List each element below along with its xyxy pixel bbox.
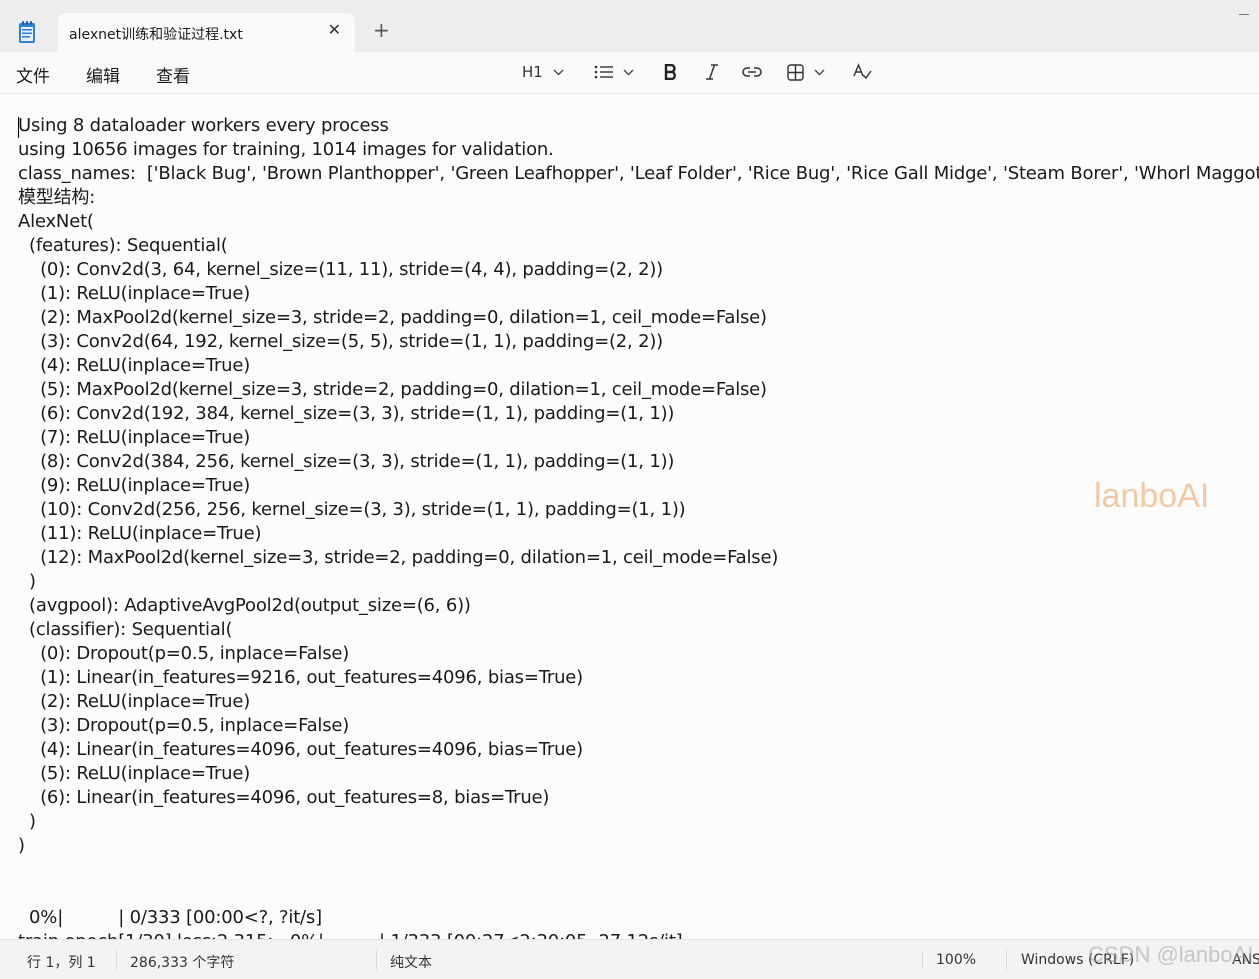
table-icon <box>787 63 804 81</box>
text-line: (11): ReLU(inplace=True) <box>18 523 262 544</box>
text-line: ) <box>18 835 25 856</box>
text-line: (0): Conv2d(3, 64, kernel_size=(11, 11),… <box>18 259 663 280</box>
text-line <box>18 858 1259 882</box>
text-line: (1): ReLU(inplace=True) <box>18 283 251 304</box>
text-line: using 10656 images for training, 1014 im… <box>18 139 554 160</box>
bold-button[interactable] <box>664 61 677 83</box>
text-line: AlexNet( <box>18 211 94 232</box>
character-count: 286,333 个字符 <box>130 955 235 971</box>
csdn-watermark: CSDN @lanboAI <box>1088 942 1254 967</box>
text-line: (2): ReLU(inplace=True) <box>18 691 251 712</box>
text-line: ) <box>18 571 36 592</box>
heading-label: H1 <box>522 63 543 81</box>
cursor-position: 行 1，列 1 <box>27 955 96 971</box>
text-line: (5): MaxPool2d(kernel_size=3, stride=2, … <box>18 379 767 400</box>
minimize-icon[interactable] <box>1239 14 1249 15</box>
text-line: (8): Conv2d(384, 256, kernel_size=(3, 3)… <box>18 451 675 472</box>
text-line: 模型结构: <box>18 187 96 208</box>
chevron-down-icon <box>623 69 634 75</box>
text-line: class_names: ['Black Bug', 'Brown Planth… <box>18 163 1259 184</box>
text-cursor <box>18 117 19 138</box>
menu-view[interactable]: 查看 <box>156 62 190 87</box>
text-line: (4): Linear(in_features=4096, out_featur… <box>18 739 583 760</box>
clear-formatting-icon <box>853 63 872 80</box>
text-line: 0%| | 0/333 [00:00<?, ?it/s] <box>18 907 322 928</box>
text-line: (4): ReLU(inplace=True) <box>18 355 251 376</box>
text-line: (avgpool): AdaptiveAvgPool2d(output_size… <box>18 595 471 616</box>
menu-bar: 文件 编辑 查看 H1 <box>0 52 1259 93</box>
menu-file[interactable]: 文件 <box>16 62 50 87</box>
text-line: Using 8 dataloader workers every process <box>18 115 389 136</box>
text-line: (7): ReLU(inplace=True) <box>18 427 251 448</box>
text-line: (9): ReLU(inplace=True) <box>18 475 251 496</box>
zoom-level[interactable]: 100% <box>936 952 976 968</box>
text-line: (3): Dropout(p=0.5, inplace=False) <box>18 715 350 736</box>
text-line: (2): MaxPool2d(kernel_size=3, stride=2, … <box>18 307 767 328</box>
text-line: ) <box>18 811 36 832</box>
menu-edit[interactable]: 编辑 <box>86 62 120 87</box>
chevron-down-icon <box>814 69 825 75</box>
close-tab-icon[interactable]: ✕ <box>328 20 341 39</box>
text-line: (12): MaxPool2d(kernel_size=3, stride=2,… <box>18 547 779 568</box>
text-editor[interactable]: Using 8 dataloader workers every process… <box>0 93 1259 940</box>
chevron-down-icon <box>553 69 564 75</box>
status-bar: 行 1，列 1 286,333 个字符 纯文本 100% Windows (CR… <box>0 939 1259 979</box>
list-dropdown[interactable] <box>594 61 634 83</box>
watermark: lanboAI <box>1094 477 1210 515</box>
bulleted-list-icon <box>594 65 613 79</box>
document-tab[interactable]: alexnet训练和验证过程.txt ✕ <box>58 13 355 52</box>
link-icon <box>742 67 762 77</box>
text-line: (classifier): Sequential( <box>18 619 233 640</box>
text-line: (0): Dropout(p=0.5, inplace=False) <box>18 643 350 664</box>
text-line: (5): ReLU(inplace=True) <box>18 763 251 784</box>
title-bar: alexnet训练和验证过程.txt ✕ + <box>0 0 1259 52</box>
text-line: (6): Conv2d(192, 384, kernel_size=(3, 3)… <box>18 403 675 424</box>
italic-button[interactable] <box>705 61 719 83</box>
heading-dropdown[interactable]: H1 <box>522 61 564 83</box>
notepad-icon <box>19 21 35 43</box>
format-mode[interactable]: 纯文本 <box>390 952 432 972</box>
tab-title: alexnet训练和验证过程.txt <box>69 27 243 43</box>
text-line: (3): Conv2d(64, 192, kernel_size=(5, 5),… <box>18 331 663 352</box>
clear-formatting-button[interactable] <box>853 61 872 83</box>
text-line <box>18 882 1259 906</box>
text-line: (10): Conv2d(256, 256, kernel_size=(3, 3… <box>18 499 686 520</box>
document-text[interactable]: Using 8 dataloader workers every process… <box>18 114 1259 940</box>
bold-icon <box>664 64 676 80</box>
text-line: (1): Linear(in_features=9216, out_featur… <box>18 667 583 688</box>
text-line: (6): Linear(in_features=4096, out_featur… <box>18 787 550 808</box>
text-line: (features): Sequential( <box>18 235 228 256</box>
table-dropdown[interactable] <box>787 61 825 83</box>
new-tab-button[interactable]: + <box>373 20 390 40</box>
italic-icon <box>706 64 718 80</box>
link-button[interactable] <box>742 61 762 83</box>
